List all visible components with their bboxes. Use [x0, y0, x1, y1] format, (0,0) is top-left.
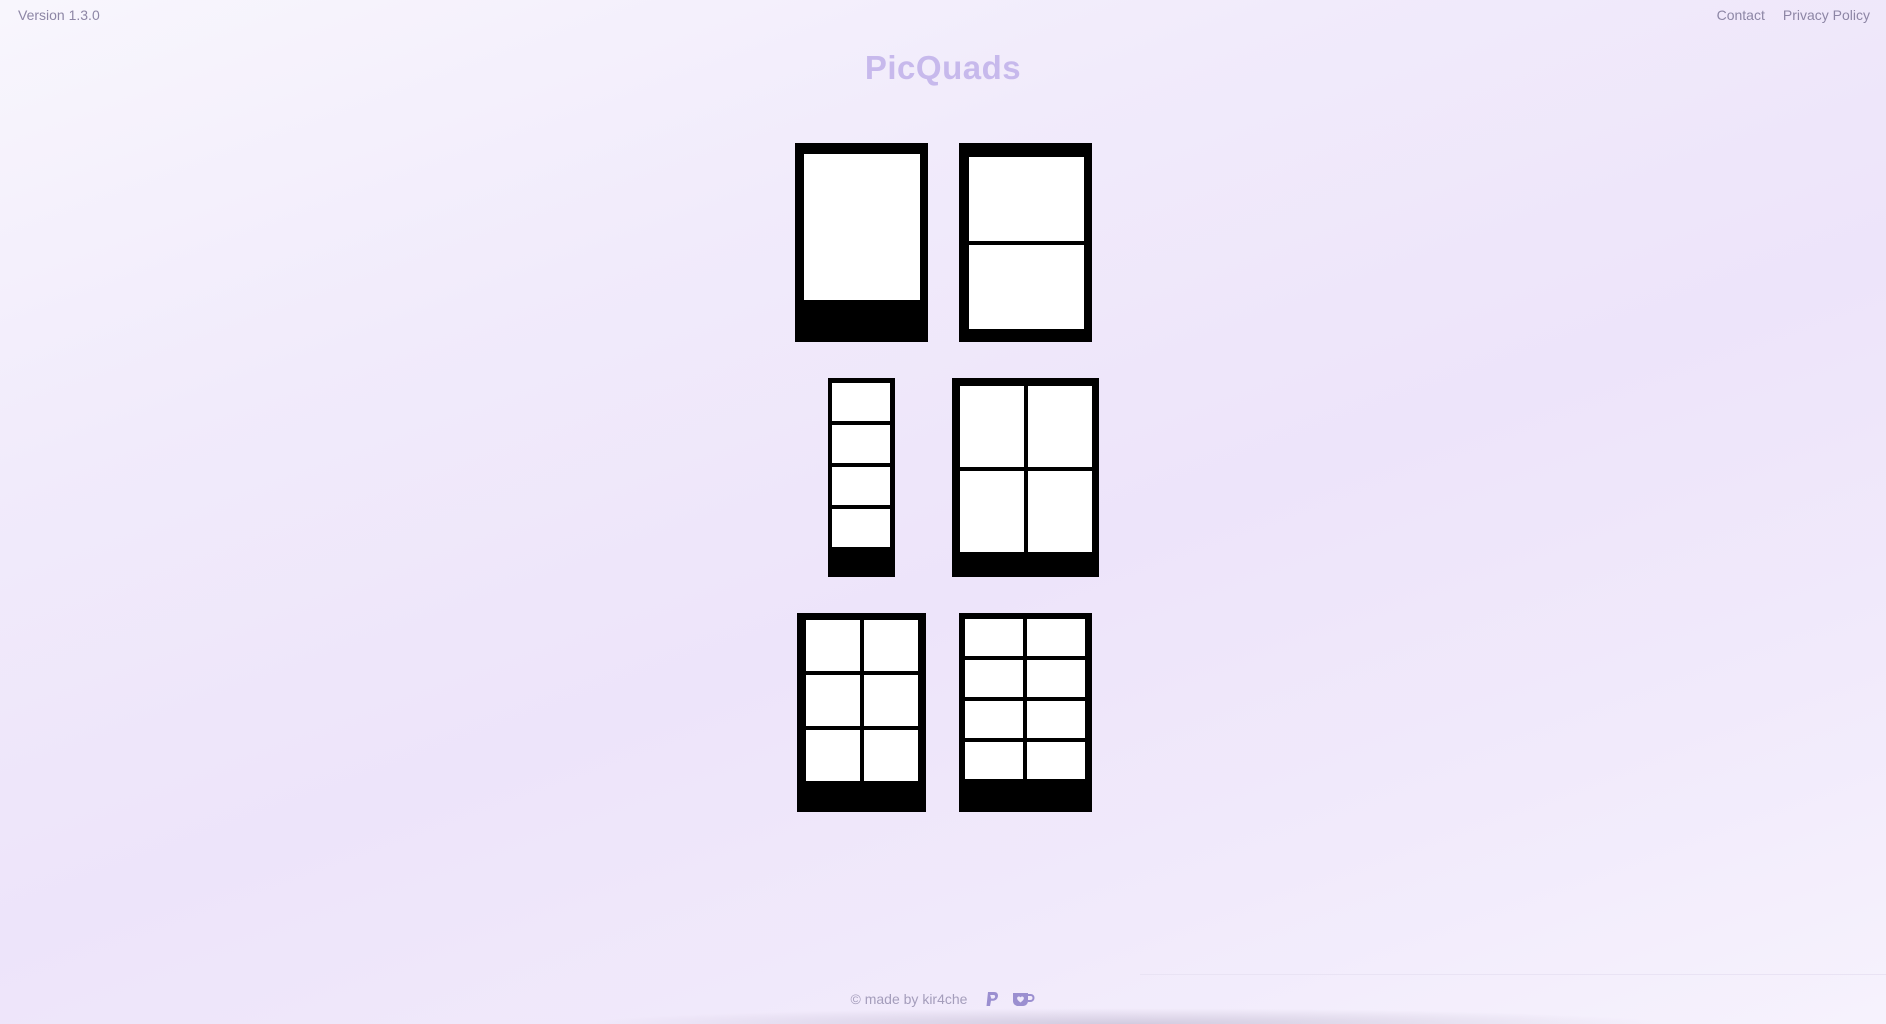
photo-slot	[1027, 619, 1085, 656]
photo-slot	[1027, 660, 1085, 697]
photo-slot	[804, 154, 920, 300]
photo-slot	[965, 701, 1023, 738]
photo-slot	[1028, 386, 1092, 467]
footer: © made by kir4che	[0, 990, 1886, 1008]
app-title: PicQuads	[864, 49, 1022, 86]
photo-slot	[832, 509, 890, 547]
photo-slot	[832, 425, 890, 463]
layout-option-grid-2x2[interactable]	[952, 378, 1099, 577]
privacy-policy-link[interactable]: Privacy Policy	[1783, 7, 1870, 23]
coffee-cup-icon[interactable]	[1011, 990, 1035, 1008]
footer-credit: © made by kir4che	[850, 991, 968, 1007]
photo-slot	[965, 742, 1023, 779]
photo-slot	[864, 675, 918, 726]
version-label: Version 1.3.0	[18, 7, 100, 23]
photo-slot	[969, 157, 1084, 241]
photo-slot	[1028, 471, 1092, 552]
layout-option-four-strip[interactable]	[828, 378, 895, 577]
photo-slot	[1027, 742, 1085, 779]
photo-slot	[960, 386, 1024, 467]
contact-link[interactable]: Contact	[1717, 7, 1765, 23]
layout-option-single[interactable]	[795, 143, 928, 342]
paypal-icon[interactable]	[983, 990, 1001, 1008]
top-nav: Contact Privacy Policy	[1717, 7, 1870, 23]
photo-slot	[864, 730, 918, 781]
photo-slot	[806, 730, 860, 781]
photo-slot	[965, 619, 1023, 656]
bottom-shadow	[580, 1008, 1670, 1024]
photo-slot	[864, 620, 918, 671]
photo-slot	[832, 467, 890, 505]
layout-option-two-stack[interactable]	[959, 143, 1092, 342]
layout-option-grid-3x2[interactable]	[797, 613, 926, 812]
photo-slot	[1027, 701, 1085, 738]
photo-slot	[806, 620, 860, 671]
photo-slot	[965, 660, 1023, 697]
footer-divider	[1140, 974, 1886, 975]
layout-option-grid-4x2[interactable]	[959, 613, 1092, 812]
photo-slot	[960, 471, 1024, 552]
photo-slot	[969, 245, 1084, 329]
photo-slot	[806, 675, 860, 726]
photo-slot	[832, 383, 890, 421]
